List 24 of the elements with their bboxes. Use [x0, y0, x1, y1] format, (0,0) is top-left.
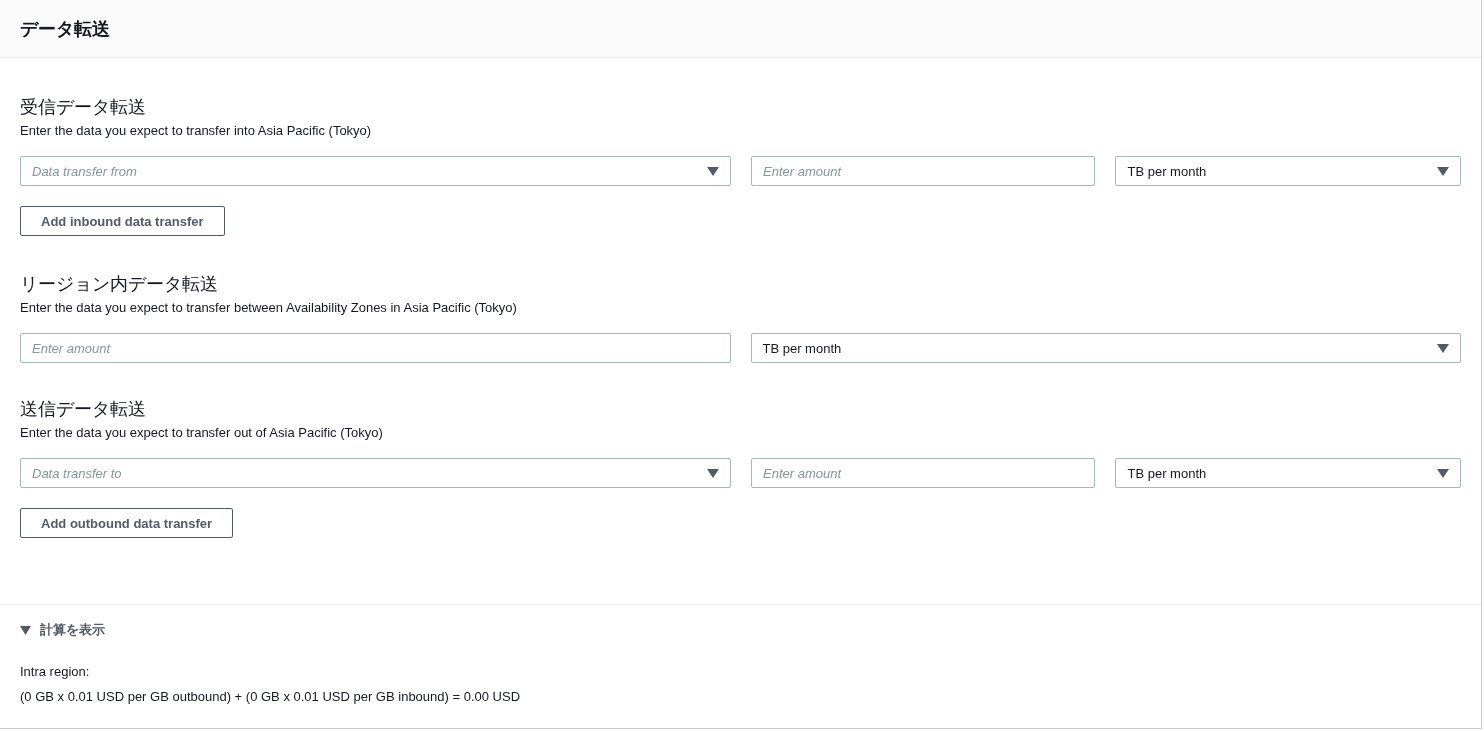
section-description: Enter the data you expect to transfer between Availability Zones in Asia Pacific (Tokyo)	[20, 299, 518, 317]
caret-icon	[1437, 166, 1449, 176]
calculation-text: (0 GB x 0.01 USD per GB outbound) + (0 GB x 0.01 USD per GB inbound) = 0.00 USD	[20, 688, 522, 706]
dropdown-field[interactable]: TB per month	[750, 333, 1461, 363]
dropdown-field[interactable]: TB per month	[1115, 458, 1461, 488]
panel-title: データ転送	[20, 17, 110, 41]
section-title: 受信データ転送	[20, 96, 147, 119]
toggle-label: 計算を表示	[40, 621, 105, 639]
add-button[interactable]: Add outbound data transfer	[20, 508, 234, 538]
dropdown-field[interactable]: TB per month	[1115, 156, 1461, 186]
caret-icon	[707, 166, 719, 176]
caret-icon	[1437, 468, 1449, 478]
caret-icon	[1437, 343, 1449, 353]
caret-icon	[707, 468, 719, 478]
section-title: リージョン内データ転送	[20, 273, 219, 296]
section-title: 送信データ転送	[20, 398, 147, 421]
amount-input-field[interactable]: Enter amount	[751, 156, 1096, 186]
calculation-text: Intra region:	[20, 663, 91, 681]
section-description: Enter the data you expect to transfer out of Asia Pacific (Tokyo)	[20, 424, 384, 442]
section-description: Enter the data you expect to transfer into Asia Pacific (Tokyo)	[20, 122, 373, 140]
amount-input-field[interactable]: Enter amount	[20, 333, 731, 363]
calculation-toggle[interactable]: 計算を表示	[20, 621, 1461, 639]
amount-input-field[interactable]: Enter amount	[751, 458, 1096, 488]
add-button[interactable]: Add inbound data transfer	[20, 206, 225, 236]
